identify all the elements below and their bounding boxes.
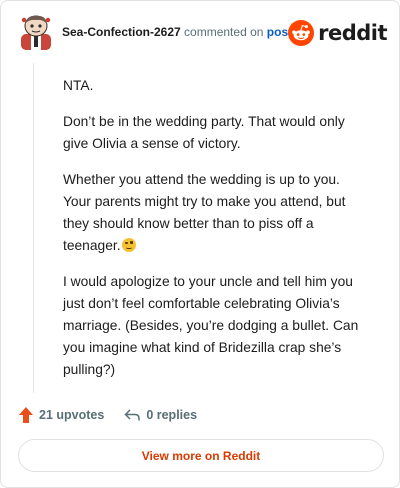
upvote-count: 21 upvotes (39, 408, 105, 422)
comment-paragraph: Whether you attend the wedding is up to … (63, 172, 346, 253)
reddit-wordmark: reddit (318, 21, 387, 45)
comment-actions: 21 upvotes 0 replies (19, 405, 197, 425)
author-username[interactable]: Sea-Confection-2627 (62, 25, 181, 39)
comment-action-text: commented on (184, 25, 264, 39)
reddit-comment-embed: Sea-Confection-2627 commented on post re… (0, 0, 400, 488)
view-more-label: View more on Reddit (141, 448, 261, 463)
reply-button[interactable]: 0 replies (124, 408, 197, 422)
comment-header: Sea-Confection-2627 commented on post re… (15, 14, 387, 54)
smirk-emoji-icon (121, 238, 136, 252)
comment-paragraph: Don’t be in the wedding party. That woul… (63, 114, 345, 151)
comment-body: NTA. Don’t be in the wedding party. That… (63, 75, 363, 395)
view-more-on-reddit-button[interactable]: View more on Reddit (18, 439, 384, 472)
reply-count: 0 replies (146, 408, 198, 422)
comment-paragraph: NTA. (63, 78, 94, 93)
reddit-logo-icon (288, 20, 315, 46)
reply-arrow-icon (125, 409, 141, 421)
comment-paragraph: I would apologize to your uncle and tell… (63, 274, 359, 377)
upvote-button[interactable]: 21 upvotes (19, 407, 104, 423)
upvote-arrow-icon (19, 407, 33, 423)
comment-paragraph-with-emoji: Whether you attend the wedding is up to … (63, 169, 363, 257)
reddit-brand[interactable]: reddit (288, 20, 387, 46)
thread-line (33, 63, 34, 393)
user-avatar[interactable] (19, 14, 53, 50)
author-line: Sea-Confection-2627 commented on post (62, 25, 292, 39)
